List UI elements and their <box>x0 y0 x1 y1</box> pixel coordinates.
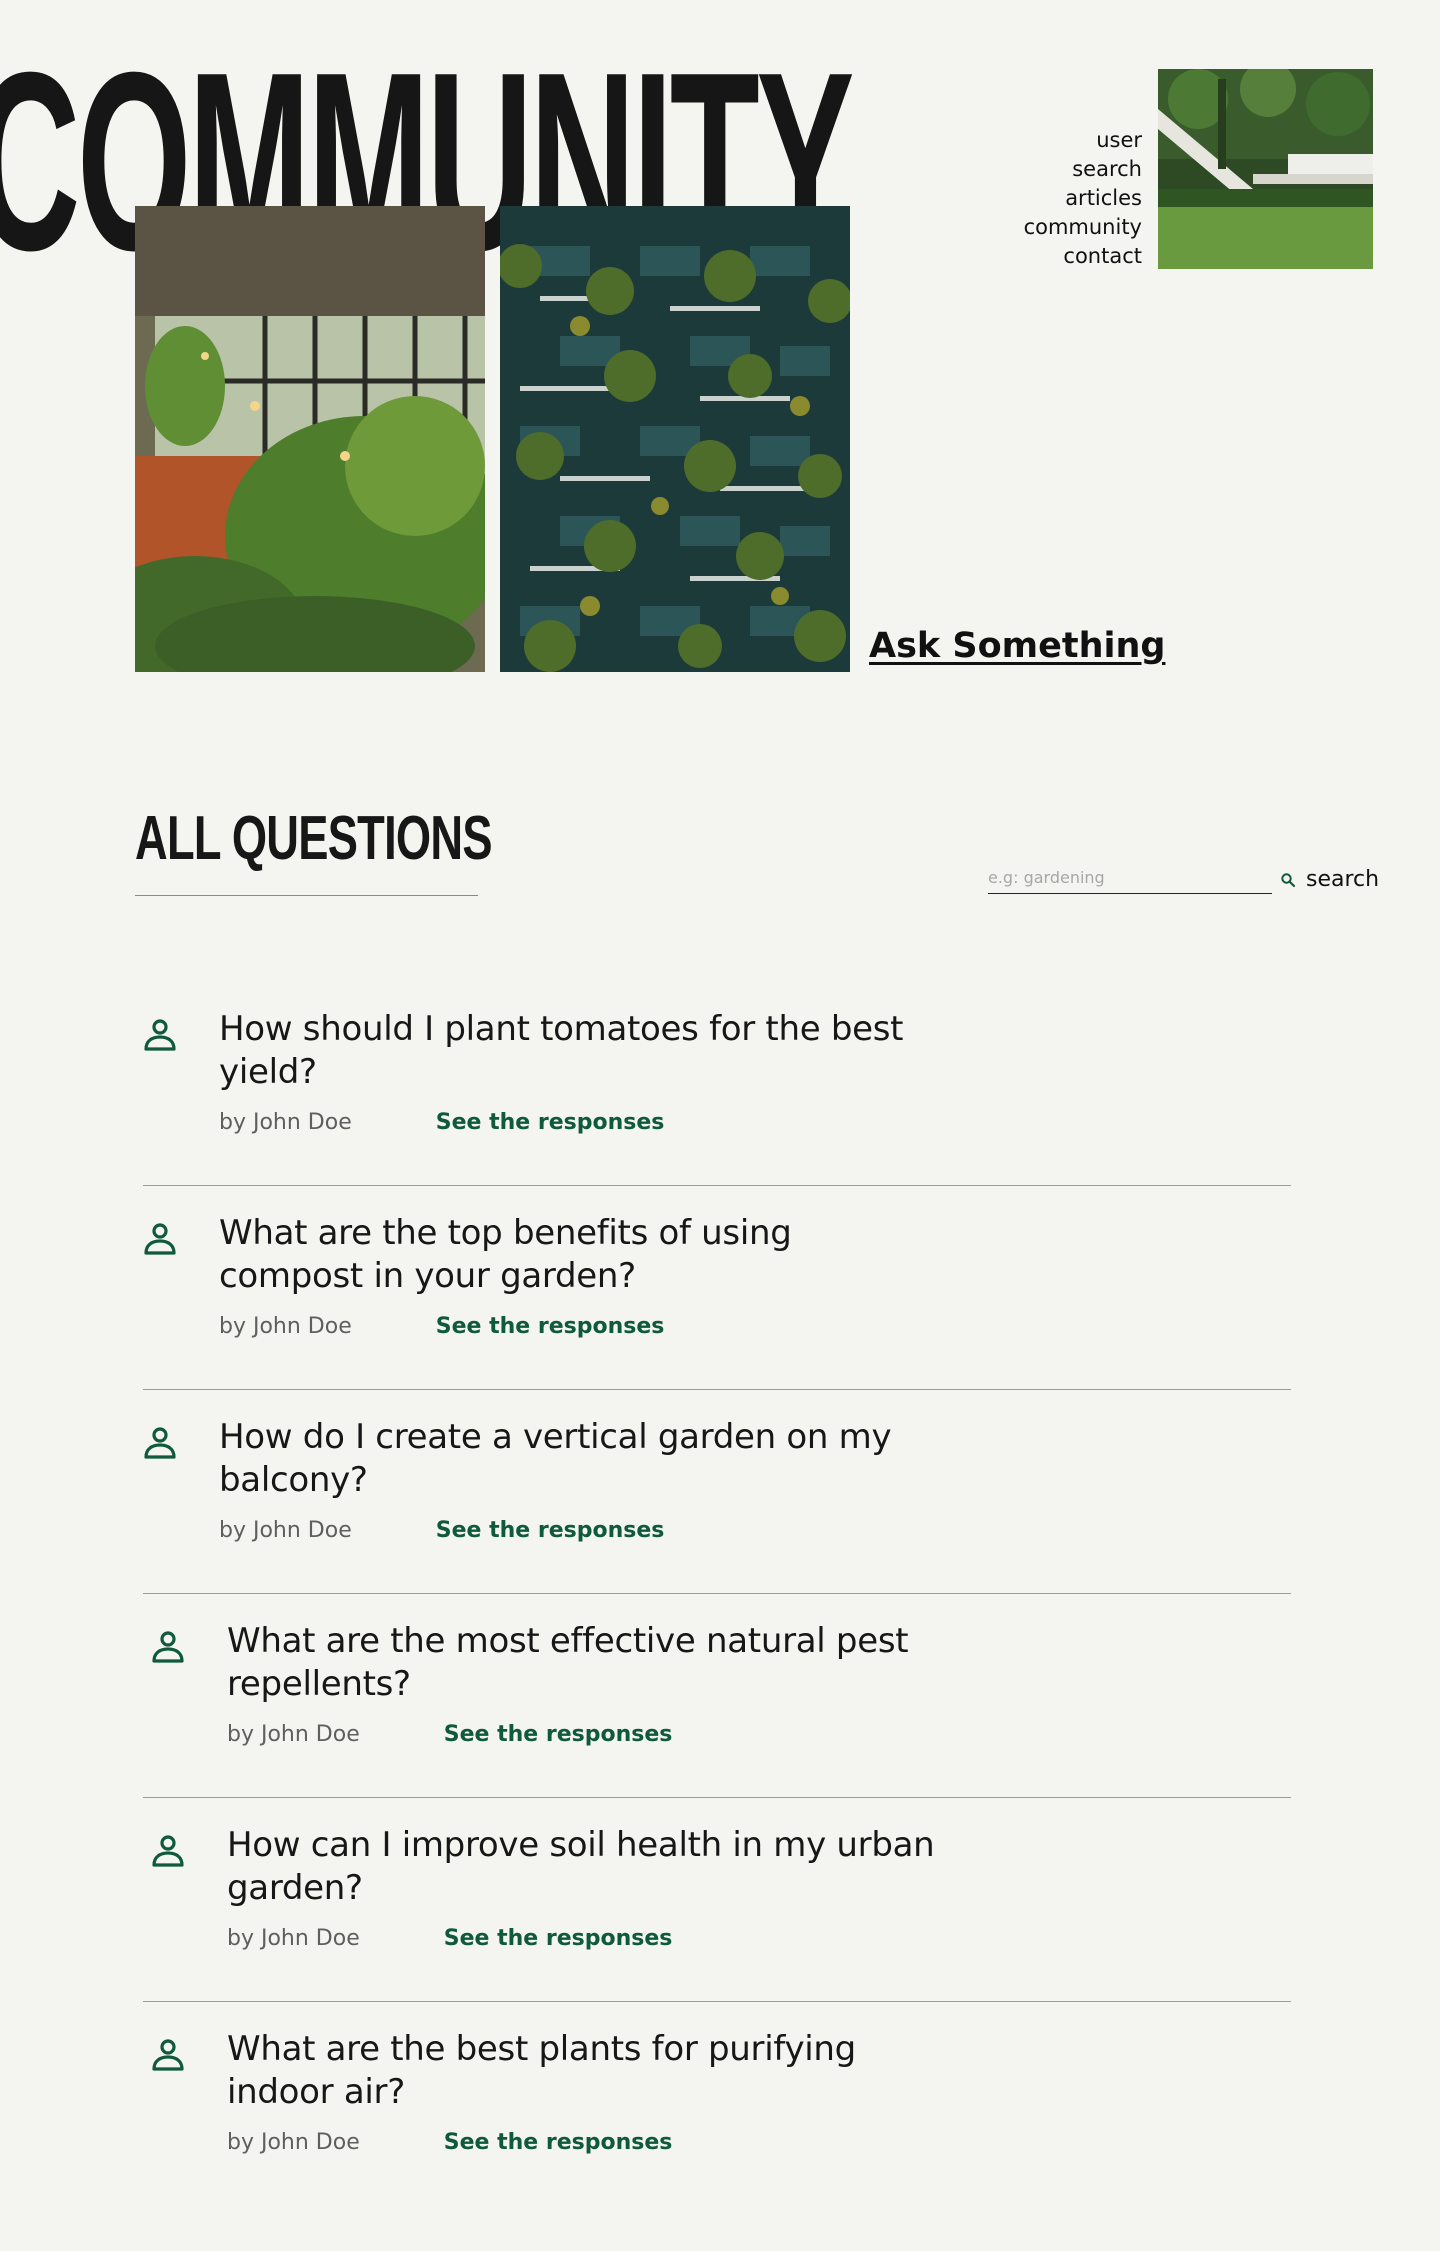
search-button-label: search <box>1306 867 1380 892</box>
question-author: by John Doe <box>219 1314 352 1339</box>
nav-contact[interactable]: contact <box>1024 242 1142 271</box>
question-title[interactable]: What are the best plants for purifying i… <box>227 2028 947 2114</box>
question-author: by John Doe <box>227 2130 360 2155</box>
user-icon <box>152 2039 184 2071</box>
question-title[interactable]: What are the top benefits of using compo… <box>219 1212 939 1298</box>
search-button[interactable]: search <box>1280 867 1379 892</box>
see-responses-link[interactable]: See the responses <box>444 2130 673 2155</box>
see-responses-link[interactable]: See the responses <box>436 1518 665 1543</box>
question-item: How should I plant tomatoes for the best… <box>143 982 1291 1186</box>
question-author: by John Doe <box>219 1518 352 1543</box>
question-item: How do I create a vertical garden on my … <box>143 1390 1291 1594</box>
question-author: by John Doe <box>219 1110 352 1135</box>
see-responses-link[interactable]: See the responses <box>444 1722 673 1747</box>
user-icon <box>144 1223 176 1255</box>
nav-articles[interactable]: articles <box>1024 184 1142 213</box>
question-title[interactable]: How should I plant tomatoes for the best… <box>219 1008 939 1094</box>
title-underline <box>135 895 478 896</box>
search-bar: search <box>988 862 1380 896</box>
user-icon <box>152 1631 184 1663</box>
search-icon <box>1281 872 1296 887</box>
greenhouse-cafe-photo <box>135 206 485 672</box>
question-title[interactable]: How do I create a vertical garden on my … <box>219 1416 939 1502</box>
question-item: What are the most effective natural pest… <box>143 1594 1291 1798</box>
question-author: by John Doe <box>227 1926 360 1951</box>
user-icon <box>144 1019 176 1051</box>
garden-steps-photo <box>1158 69 1373 269</box>
section-title: ALL QUESTIONS <box>135 804 493 873</box>
see-responses-link[interactable]: See the responses <box>444 1926 673 1951</box>
user-icon <box>152 1835 184 1867</box>
question-author: by John Doe <box>227 1722 360 1747</box>
search-input[interactable] <box>988 862 1272 894</box>
ask-something-link[interactable]: Ask Something <box>869 626 1165 666</box>
question-item: What are the best plants for purifying i… <box>143 2002 1291 2206</box>
nav-search[interactable]: search <box>1024 155 1142 184</box>
question-item: What are the top benefits of using compo… <box>143 1186 1291 1390</box>
user-icon <box>144 1427 176 1459</box>
nav-community[interactable]: community <box>1024 213 1142 242</box>
see-responses-link[interactable]: See the responses <box>436 1110 665 1135</box>
question-item: How can I improve soil health in my urba… <box>143 1798 1291 2002</box>
see-responses-link[interactable]: See the responses <box>436 1314 665 1339</box>
vertical-forest-photo <box>500 206 850 672</box>
nav-user[interactable]: user <box>1024 126 1142 155</box>
question-title[interactable]: How can I improve soil health in my urba… <box>227 1824 947 1910</box>
question-list: How should I plant tomatoes for the best… <box>143 982 1291 2206</box>
main-nav: user search articles community contact <box>1024 126 1142 271</box>
question-title[interactable]: What are the most effective natural pest… <box>227 1620 947 1706</box>
